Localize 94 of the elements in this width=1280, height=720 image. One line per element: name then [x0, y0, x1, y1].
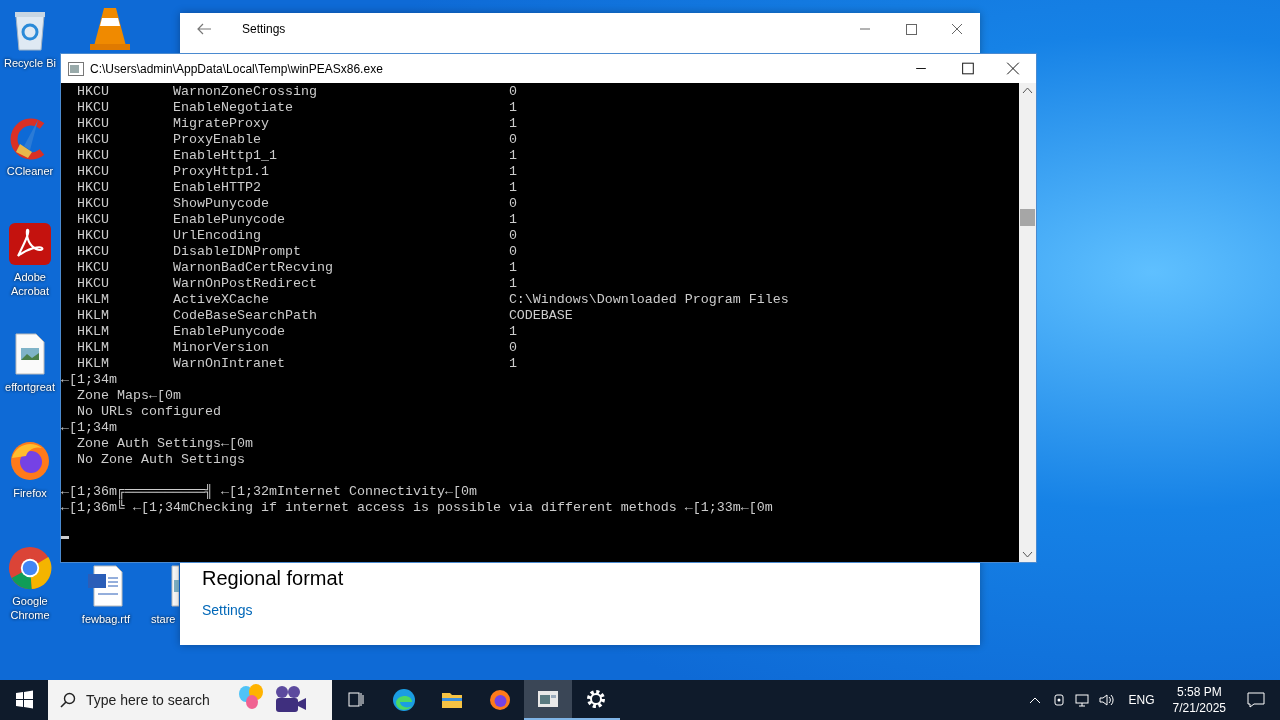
- search-icon: [60, 692, 76, 708]
- registry-key: ProxyEnable: [172, 132, 509, 148]
- registry-key: ProxyHttp1.1: [172, 164, 509, 180]
- registry-hive: HKCU: [77, 196, 110, 212]
- desktop-icon-label[interactable]: Adobe Acrobat: [0, 270, 60, 298]
- registry-key: WarnonBadCertRecving: [172, 260, 509, 276]
- window-title: C:\Users\admin\AppData\Local\Temp\winPEASx86.exe: [90, 61, 383, 76]
- registry-key: ShowPunycode: [172, 196, 509, 212]
- registry-value: 0: [508, 228, 517, 243]
- registry-hive: HKCU: [77, 100, 110, 116]
- registry-hive: HKCU: [77, 132, 110, 148]
- registry-hive: HKLM: [77, 356, 110, 372]
- registry-value: 1: [508, 324, 517, 339]
- desktop-icon-label[interactable]: effortgreat: [5, 380, 55, 394]
- registry-hive: HKCU: [77, 244, 110, 260]
- registry-value: 0: [508, 340, 517, 355]
- desktop-icon-label[interactable]: CCleaner: [6, 164, 54, 178]
- registry-value: 1: [508, 148, 517, 163]
- registry-value: 0: [508, 132, 517, 147]
- desktop-icon-label[interactable]: fewbag.rtf: [81, 612, 131, 626]
- language-indicator[interactable]: ENG: [1128, 693, 1155, 707]
- chrome-icon[interactable]: [8, 546, 52, 590]
- console-output: Zone Auth Settings←[0m: [77, 436, 253, 451]
- registry-hive: HKCU: [77, 116, 110, 132]
- registry-hive: HKCU: [77, 180, 110, 196]
- search-bar[interactable]: Type here to search: [48, 680, 332, 720]
- registry-value: 1: [508, 100, 517, 115]
- window-title: Settings: [242, 22, 286, 36]
- registry-value: 1: [508, 260, 517, 275]
- desktop-icon-label[interactable]: Firefox: [13, 486, 47, 500]
- edge-icon: [392, 688, 416, 712]
- registry-key: EnableHTTP2: [172, 180, 509, 196]
- network-icon[interactable]: [1074, 692, 1091, 708]
- registry-key: MigrateProxy: [172, 116, 509, 132]
- registry-key: WarnOnPostRedirect: [172, 276, 509, 292]
- console-output: ←[1;36m╔══════════╣ ←[1;32mInternet Connectivity←[0m: [61, 484, 477, 499]
- console-output: ←[1;34m: [61, 420, 117, 435]
- registry-hive: HKCU: [77, 164, 110, 180]
- registry-value: 1: [508, 180, 517, 195]
- desktop-icon-label[interactable]: Recycle Bi: [4, 56, 56, 70]
- scroll-thumb[interactable]: [1020, 209, 1035, 226]
- registry-value: 0: [508, 244, 517, 259]
- pdf-app-icon[interactable]: [8, 222, 52, 266]
- registry-key: MinorVersion: [172, 340, 509, 356]
- registry-hive: HKCU: [77, 228, 110, 244]
- registry-key: ActiveXCache: [172, 292, 509, 308]
- registry-key: WarnonZoneCrossing: [172, 84, 509, 100]
- console-icon: [68, 61, 84, 76]
- back-arrow-icon[interactable]: [196, 23, 212, 35]
- registry-hive: HKCU: [77, 276, 110, 292]
- registry-value: 1: [508, 116, 517, 131]
- registry-hive: HKLM: [77, 324, 110, 340]
- clock[interactable]: 5:58 PM 7/21/2025: [1172, 684, 1226, 716]
- firefox-icon: [488, 688, 512, 712]
- registry-value: 0: [508, 196, 517, 211]
- file-icon[interactable]: [171, 564, 179, 608]
- console-output: ←[1;34m: [61, 372, 117, 387]
- registry-value: 1: [508, 164, 517, 179]
- registry-value: 0: [508, 84, 517, 99]
- text-cursor: [61, 536, 69, 539]
- registry-hive: HKCU: [77, 212, 110, 228]
- registry-hive: HKLM: [77, 340, 110, 356]
- taskbar-app-button[interactable]: [524, 680, 572, 720]
- section-heading: Regional format: [202, 567, 344, 590]
- registry-value: 1: [508, 276, 517, 291]
- registry-hive: HKLM: [77, 292, 110, 308]
- console-output: Zone Maps←[0m: [77, 388, 181, 403]
- registry-hive: HKCU: [77, 84, 110, 100]
- notification-icon[interactable]: [1246, 690, 1266, 710]
- registry-hive: HKCU: [77, 148, 110, 164]
- registry-value: C:\Windows\Downloaded Program Files: [508, 292, 789, 307]
- console-output: No URLs configured: [77, 404, 221, 419]
- registry-value: 1: [508, 212, 517, 227]
- volume-icon[interactable]: [1098, 692, 1115, 708]
- registry-key: CodeBaseSearchPath: [172, 308, 509, 324]
- settings-link[interactable]: Settings: [202, 602, 253, 618]
- registry-key: EnablePunycode: [172, 212, 509, 228]
- console-output: No Zone Auth Settings: [77, 452, 245, 467]
- gear-icon: [584, 687, 608, 711]
- registry-value: CODEBASE: [508, 308, 573, 323]
- registry-key: EnableHttp1_1: [172, 148, 509, 164]
- desktop-icon-label[interactable]: Google Chrome: [0, 594, 60, 622]
- desktop-icon-label[interactable]: stare: [151, 612, 176, 626]
- registry-key: UrlEncoding: [172, 228, 509, 244]
- search-input[interactable]: Type here to search: [86, 692, 236, 708]
- registry-key: EnableNegotiate: [172, 100, 509, 116]
- registry-hive: HKCU: [77, 260, 110, 276]
- registry-key: DisableIDNPrompt: [172, 244, 509, 260]
- registry-hive: HKLM: [77, 308, 110, 324]
- registry-value: 1: [508, 356, 517, 371]
- registry-key: EnablePunycode: [172, 324, 509, 340]
- scrollbar[interactable]: [1019, 83, 1036, 562]
- console-output: ←[1;36m╚ ←[1;34mChecking if internet access is possible via different methods ←[1;33m←[0m: [61, 500, 773, 515]
- registry-key: WarnOnIntranet: [172, 356, 509, 372]
